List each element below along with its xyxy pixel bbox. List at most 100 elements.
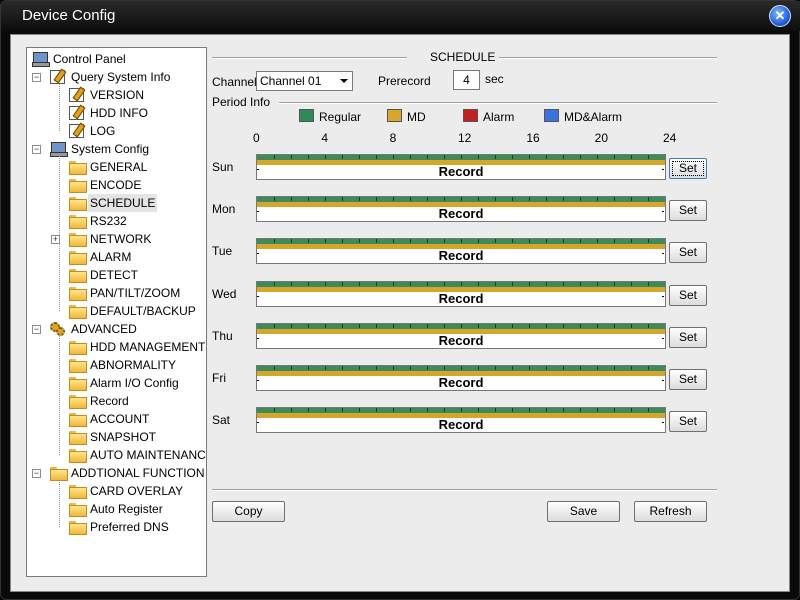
tree-item[interactable]: − System Config	[27, 140, 206, 158]
hour-tick	[563, 282, 564, 286]
day-label: Sun	[212, 160, 234, 174]
hour-tick	[597, 197, 598, 201]
hour-tick	[342, 197, 343, 201]
hour-tick	[461, 408, 462, 412]
hour-tick	[512, 197, 513, 201]
period-info-label: Period Info	[212, 95, 271, 109]
hour-tick	[597, 239, 598, 243]
tree-item[interactable]: + NETWORK	[27, 230, 206, 248]
set-button[interactable]: Set	[669, 242, 707, 263]
set-button[interactable]: Set	[669, 327, 707, 348]
schedule-timeline[interactable]: Record	[256, 323, 666, 349]
schedule-timeline[interactable]: Record	[256, 196, 666, 222]
hour-tick	[376, 282, 377, 286]
tree-connector	[59, 84, 60, 131]
tree-item[interactable]: ABNORMALITY	[27, 356, 206, 374]
collapse-icon[interactable]: −	[32, 469, 41, 478]
folder-icon	[69, 269, 87, 283]
hour-tick	[461, 155, 462, 159]
hour-tick	[580, 197, 581, 201]
hour-label: 12	[458, 131, 472, 145]
folder-icon	[69, 179, 87, 193]
tree-item[interactable]: DEFAULT/BACKUP	[27, 302, 206, 320]
schedule-timeline[interactable]: Record	[256, 154, 666, 180]
tree-item[interactable]: ALARM	[27, 248, 206, 266]
title-bar[interactable]: Device Config ✕	[1, 1, 800, 31]
tree-item[interactable]: Record	[27, 392, 206, 410]
legend-label: MD	[407, 110, 426, 124]
tree-item[interactable]: SCHEDULE	[27, 194, 206, 212]
prerecord-input[interactable]: 4	[453, 70, 480, 90]
tree-item[interactable]: HDD MANAGEMENT	[27, 338, 206, 356]
save-button[interactable]: Save	[547, 501, 620, 522]
copy-button[interactable]: Copy	[212, 501, 285, 522]
hour-tick	[512, 408, 513, 412]
tree-item[interactable]: CARD OVERLAY	[27, 482, 206, 500]
hour-tick	[393, 366, 394, 370]
collapse-icon[interactable]: −	[32, 73, 41, 82]
hour-tick	[427, 239, 428, 243]
tree-item-label: ACCOUNT	[90, 412, 150, 426]
schedule-timeline[interactable]: Record	[256, 281, 666, 307]
set-button[interactable]: Set	[669, 285, 707, 306]
tree-item[interactable]: − ADDTIONAL FUNCTION	[27, 464, 206, 482]
hour-tick	[393, 155, 394, 159]
tree-item[interactable]: ENCODE	[27, 176, 206, 194]
hour-tick	[376, 197, 377, 201]
tree-item[interactable]: Control Panel	[27, 50, 206, 68]
hour-tick	[410, 408, 411, 412]
set-button[interactable]: Set	[669, 158, 707, 179]
tree-item[interactable]: LOG	[27, 122, 206, 140]
hour-tick	[359, 197, 360, 201]
hour-tick	[461, 324, 462, 328]
tree-item[interactable]: PAN/TILT/ZOOM	[27, 284, 206, 302]
hour-tick	[648, 366, 649, 370]
tree-item[interactable]: DETECT	[27, 266, 206, 284]
navigation-tree[interactable]: Control Panel − Query System Info VERSION HD…	[26, 47, 207, 577]
hour-label: 0	[253, 131, 260, 145]
collapse-icon[interactable]: −	[32, 325, 41, 334]
hour-tick	[478, 239, 479, 243]
schedule-timeline[interactable]: Record	[256, 365, 666, 391]
hour-tick	[291, 155, 292, 159]
day-label: Fri	[212, 371, 226, 385]
tree-item[interactable]: ACCOUNT	[27, 410, 206, 428]
tree-item[interactable]: SNAPSHOT	[27, 428, 206, 446]
tree-item[interactable]: Auto Register	[27, 500, 206, 518]
hour-tick	[614, 197, 615, 201]
tree-item[interactable]: VERSION	[27, 86, 206, 104]
hour-label: 20	[594, 131, 609, 145]
tree-item[interactable]: − ADVANCED	[27, 320, 206, 338]
hour-label: 4	[321, 131, 329, 145]
tree-item[interactable]: AUTO MAINTENANC	[27, 446, 206, 464]
tree-item[interactable]: HDD INFO	[27, 104, 206, 122]
schedule-timeline[interactable]: Record	[256, 238, 666, 264]
tree-item-label: HDD INFO	[90, 106, 148, 120]
hour-tick	[342, 408, 343, 412]
hour-tick	[444, 408, 445, 412]
hour-tick	[563, 239, 564, 243]
hour-tick	[614, 155, 615, 159]
set-button[interactable]: Set	[669, 411, 707, 432]
hour-tick	[648, 282, 649, 286]
hour-tick	[274, 282, 275, 286]
tree-item[interactable]: − Query System Info	[27, 68, 206, 86]
tree-item[interactable]: GENERAL	[27, 158, 206, 176]
divider	[212, 57, 407, 59]
folder-icon	[69, 341, 87, 355]
set-button[interactable]: Set	[669, 369, 707, 390]
set-button[interactable]: Set	[669, 200, 707, 221]
day-label: Thu	[212, 329, 233, 343]
collapse-icon[interactable]: −	[32, 145, 41, 154]
tree-item[interactable]: RS232	[27, 212, 206, 230]
refresh-button[interactable]: Refresh	[634, 501, 707, 522]
hour-tick	[495, 155, 496, 159]
tree-item[interactable]: Alarm I/O Config	[27, 374, 206, 392]
channel-select[interactable]: Channel 01	[256, 71, 353, 91]
schedule-timeline[interactable]: Record	[256, 407, 666, 433]
tree-item[interactable]: Preferred DNS	[27, 518, 206, 536]
day-label: Sat	[212, 413, 231, 427]
folder-icon	[69, 503, 87, 517]
close-icon[interactable]: ✕	[769, 5, 791, 27]
folder-icon	[69, 251, 87, 265]
